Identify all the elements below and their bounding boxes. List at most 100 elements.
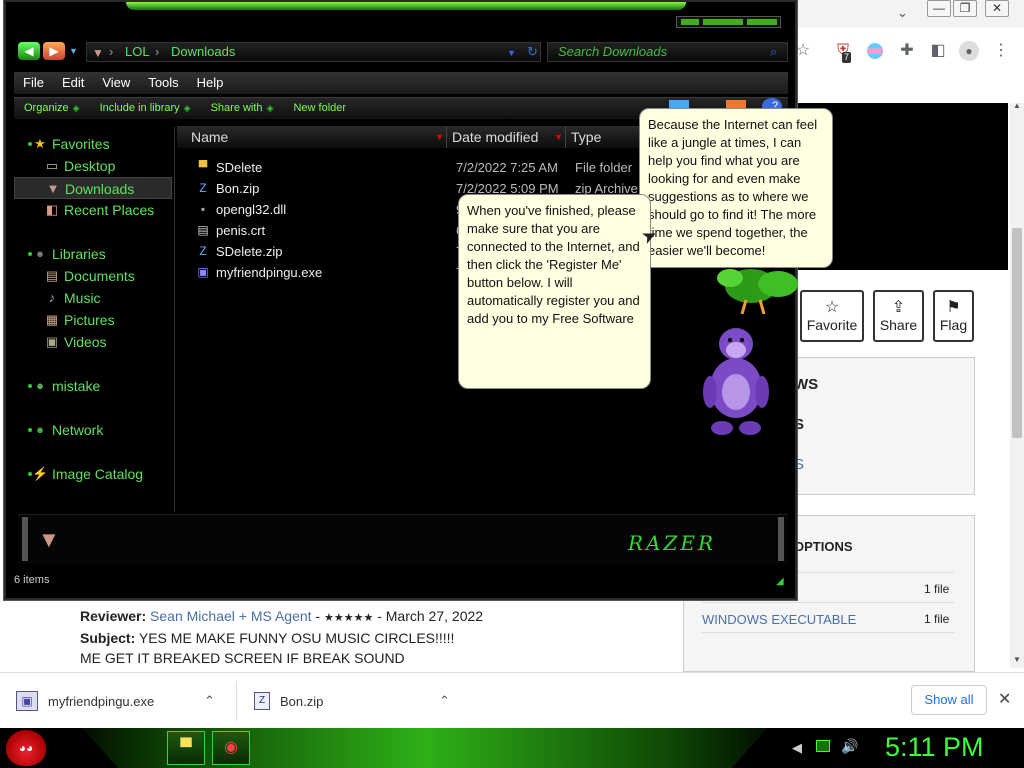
column-header-date[interactable]: Date modified ▼ [447,126,566,148]
sort-dropdown-icon[interactable]: ▼ [435,126,444,148]
forward-button[interactable]: ▶ [43,42,65,60]
chrome-taskbar-button[interactable]: ◉ [212,731,250,765]
minimize-button[interactable]: — [927,0,951,17]
more-icon[interactable]: ⋮ [990,40,1012,62]
nav-item-pictures[interactable]: ▦ Pictures [14,309,172,331]
dropdown-icon: ◈ [72,103,80,113]
nav-item-desktop[interactable]: ▭ Desktop [14,155,172,177]
shield-extension-icon[interactable]: ⛨ 7 [832,40,854,63]
search-input[interactable]: Search Downloads ⌕ [547,42,788,62]
recent-pages-dropdown-icon[interactable]: ▼ [69,46,78,56]
nav-item-label: Recent Places [64,202,155,218]
back-button[interactable]: ◀ [18,42,40,60]
download-filename: Bon.zip [280,693,324,709]
share-with-button[interactable]: Share with ◈ [201,98,284,119]
organize-button[interactable]: Organize ◈ [14,98,90,119]
nav-item-favorites[interactable]: ★ Favorites [14,133,172,155]
puzzle-icon[interactable]: ✚ [896,40,918,62]
nav-item-documents[interactable]: ▤ Documents [14,265,172,287]
file-type-icon: Z [199,244,207,258]
rating-stars: ★★★★★ [324,612,374,624]
menu-view[interactable]: View [93,72,139,94]
minimize-button[interactable] [681,19,699,25]
videos-icon: ▣ [45,334,59,349]
restore-button[interactable]: ❐ [953,0,977,17]
agent-tip-text: Because the Internet can feel like a jun… [648,117,818,258]
network-icon: ● [36,422,44,437]
nav-item-network[interactable]: ● Network [14,419,172,441]
nav-item-downloads[interactable]: ▼ Downloads [14,177,172,199]
column-header-name[interactable]: Name ▼ [177,126,447,148]
close-button[interactable]: ✕ [985,0,1009,17]
page-scrollbar[interactable]: ▲ ▼ [1010,101,1024,668]
share-button[interactable]: ⇪ Share [873,290,924,342]
nav-item-label: Videos [64,334,107,350]
explorer-taskbar-button[interactable]: ▀ [167,731,205,765]
back-icon[interactable]: ◀ [792,740,802,756]
resize-grip-icon[interactable]: ◢ [776,573,784,591]
reviewer-link[interactable]: Sean Michael + MS Agent [150,608,312,624]
menu-tools[interactable]: Tools [139,72,187,94]
favorite-label: Favorite [806,317,858,333]
breadcrumb-item[interactable]: Downloads [171,43,235,61]
flag-button[interactable]: ⚑ Flag [933,290,974,342]
desktop-icon: ▭ [45,158,59,173]
column-header-type[interactable]: Type [566,126,646,148]
razer-logo: RAZER [628,531,717,555]
nav-item-image-catalog[interactable]: ⚡ Image Catalog [14,463,172,485]
downloads-icon: ▼ [46,181,60,196]
include-in-library-button[interactable]: Include in library ◈ [90,98,201,119]
download-option-count: 1 file [924,612,950,626]
column-label: Date modified [452,129,539,145]
nav-item-label: Desktop [64,158,116,174]
download-option-name[interactable]: WINDOWS EXECUTABLE [702,612,856,627]
parrot-agent[interactable] [706,262,804,315]
download-item-bon-zip[interactable]: Z Bon.zip ⌃ [254,673,458,729]
network-icon[interactable] [816,740,830,752]
pictures-icon: ▦ [45,312,59,327]
new-folder-button[interactable]: New folder [283,98,356,119]
side-panel-icon[interactable]: ◧ [927,40,949,62]
nav-item-videos[interactable]: ▣ Videos [14,331,172,353]
dropdown-icon: ◈ [266,103,274,113]
show-all-button[interactable]: Show all [911,685,987,715]
maximize-button[interactable] [703,19,743,25]
nav-item-libraries[interactable]: ● Libraries [14,243,172,265]
scrollbar-thumb[interactable] [1012,228,1022,438]
menu-edit[interactable]: Edit [53,72,93,94]
taskbar-clock[interactable]: 5:11 PM [885,732,984,763]
file-type-icon: Z [199,181,207,195]
panel-heading-fragment: WS [794,376,819,393]
documents-icon: ▤ [45,268,59,283]
nav-item-recent-places[interactable]: ◧ Recent Places [14,199,172,221]
menu-file[interactable]: File [14,72,53,94]
chevron-up-icon[interactable]: ⌃ [439,693,450,709]
sort-dropdown-icon[interactable]: ▼ [554,126,563,148]
volume-icon[interactable]: 🔊 [841,738,858,755]
bonzi-buddy-agent[interactable] [694,322,778,440]
file-row[interactable]: ▀ SDelete 7/2/2022 7:25 AM File folder [192,157,652,179]
download-item-myfriendpingu[interactable]: ▣ myfriendpingu.exe ⌃ [16,673,224,729]
start-button[interactable]: ◕◕ [6,730,46,766]
explorer-window: ◀ ▶ ▼ ▼ › LOL › Downloads ▼ ↻ Search Dow… [4,0,797,600]
folder-icon: ▀ [180,739,192,756]
ball-extension-icon[interactable] [864,40,886,62]
menu-help[interactable]: Help [188,72,233,94]
favorites-icon: ★ [34,136,46,151]
profile-icon[interactable]: ● [958,40,980,62]
breadcrumb-item[interactable]: LOL [125,43,150,61]
music-icon: ♪ [48,290,56,305]
tab-dropdown-icon[interactable]: ⌄ [897,5,908,21]
nav-item-mistake[interactable]: ● mistake [14,375,172,397]
address-dropdown-icon[interactable]: ▼ [507,44,516,62]
chevron-up-icon[interactable]: ⌃ [204,693,215,709]
address-bar[interactable]: ▼ › LOL › Downloads ▼ ↻ [86,42,541,62]
favorite-button[interactable]: ☆ Favorite [800,290,864,342]
search-icon[interactable]: ⌕ [770,43,777,61]
close-downloads-button[interactable]: ✕ [998,689,1011,709]
breadcrumb-separator-icon: › [155,44,160,59]
refresh-icon[interactable]: ↻ [527,43,538,61]
close-button[interactable] [747,19,777,25]
search-placeholder: Search Downloads [558,44,668,59]
nav-item-music[interactable]: ♪ Music [14,287,172,309]
